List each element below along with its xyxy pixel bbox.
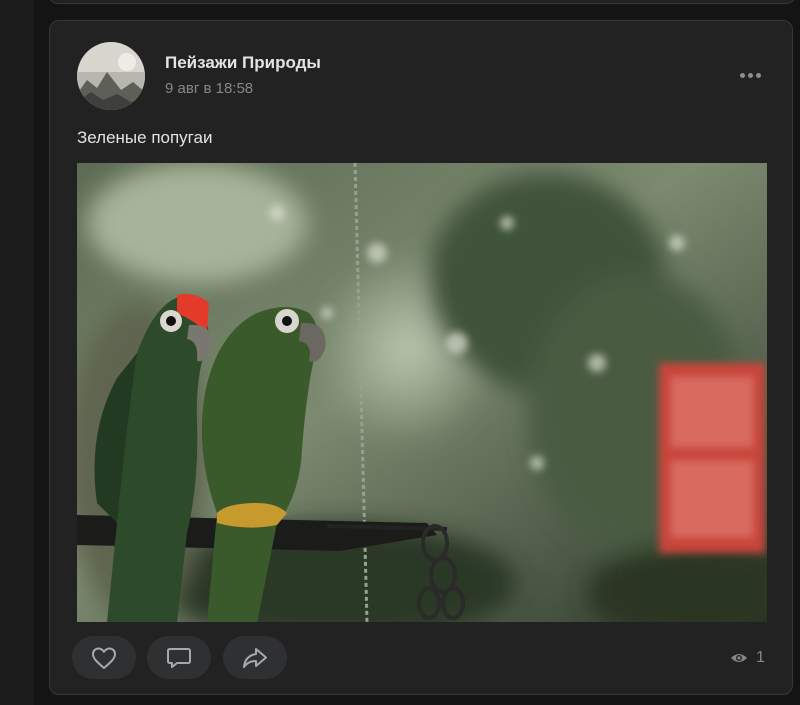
author-name[interactable]: Пейзажи Природы [165,53,321,73]
post-photo[interactable] [77,163,767,622]
previous-post-card-edge [49,0,795,4]
avatar[interactable] [77,42,145,110]
views-counter: 1 [730,647,765,669]
comment-icon [167,647,191,668]
heart-icon [92,647,116,669]
comment-button[interactable] [147,636,211,679]
post-text: Зеленые попугаи [77,128,213,147]
eye-icon [731,654,747,662]
more-dots-icon[interactable] [736,65,764,85]
share-button[interactable] [223,636,287,679]
share-icon [243,647,267,668]
post-date[interactable]: 9 авг в 18:58 [165,80,253,97]
left-sidebar [0,0,34,705]
views-count: 1 [756,649,765,666]
like-button[interactable] [72,636,136,679]
post-card: Пейзажи Природы 9 авг в 18:58 Зеленые по… [49,20,793,695]
